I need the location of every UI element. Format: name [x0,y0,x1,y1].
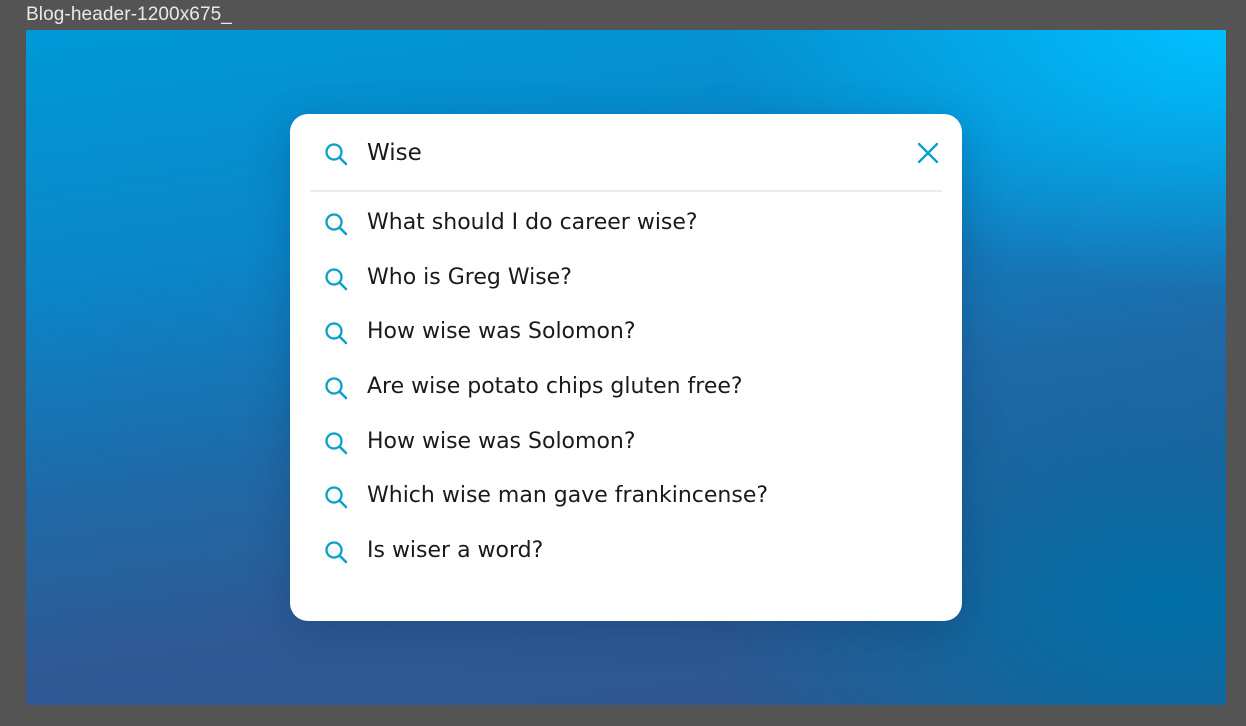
suggestion-item[interactable]: Is wiser a word? [310,524,942,579]
suggestion-item[interactable]: How wise was Solomon? [310,415,942,470]
search-icon [325,213,348,236]
suggestion-label: Are wise potato chips gluten free? [367,374,743,400]
suggestion-label: What should I do career wise? [367,210,698,235]
suggestion-label: How wise was Solomon? [367,319,636,345]
search-icon [325,322,348,345]
suggestion-label: How wise was Solomon? [367,428,636,454]
artboard-label: Blog-header-1200x675_ [26,4,232,25]
search-icon [325,432,348,454]
suggestion-item[interactable]: Who is Greg Wise? [310,251,942,306]
close-icon[interactable] [916,141,940,165]
search-icon [325,268,348,290]
suggestion-label: Is wiser a word? [367,538,544,564]
suggestion-item[interactable]: Which wise man gave frankincense? [310,469,942,524]
search-bar[interactable]: Wise [310,114,942,192]
artboard: Wise What should I do career wise? Who i [26,30,1226,705]
suggestion-list: What should I do career wise? Who is Gre… [310,196,942,579]
suggestion-label: Which wise man gave frankincense? [367,483,769,509]
search-input[interactable]: Wise [367,138,422,168]
search-icon [325,486,348,509]
suggestion-label: Who is Greg Wise? [367,264,572,290]
suggestion-item[interactable]: Are wise potato chips gluten free? [310,360,942,415]
search-icon [325,541,348,564]
suggestion-item[interactable]: How wise was Solomon? [310,305,942,360]
search-dialog: Wise What should I do career wise? Who i [290,114,962,621]
suggestion-item[interactable]: What should I do career wise? [310,196,942,251]
search-icon [325,143,348,166]
search-icon [325,377,348,400]
